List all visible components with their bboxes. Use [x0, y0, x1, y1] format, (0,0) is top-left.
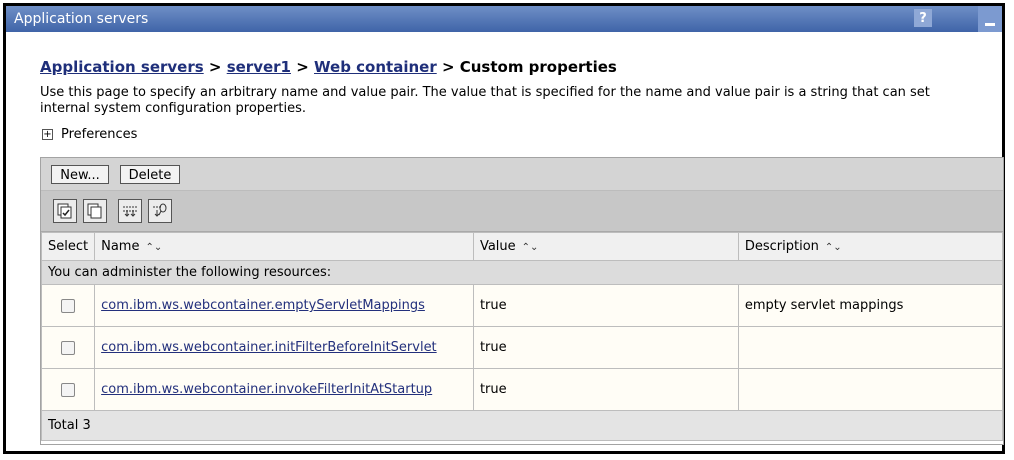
description-cell: empty servlet mappings — [737, 284, 1004, 327]
row-checkbox[interactable] — [61, 298, 76, 313]
breadcrumb-web-container[interactable]: Web container — [314, 58, 437, 76]
column-header-select: Select — [40, 232, 96, 261]
property-name-link[interactable]: com.ibm.ws.webcontainer.initFilterBefore… — [101, 340, 437, 355]
show-filter-icon[interactable] — [118, 199, 142, 223]
page-description: Use this page to specify an arbitrary na… — [40, 85, 930, 116]
table-row: com.ibm.ws.webcontainer.initFilterBefore… — [40, 326, 1004, 369]
preferences-label: Preferences — [61, 127, 138, 142]
description-cell — [737, 368, 1004, 411]
description-cell — [737, 326, 1004, 369]
breadcrumb-application-servers[interactable]: Application servers — [40, 58, 204, 76]
delete-button[interactable]: Delete — [120, 165, 180, 184]
column-header-name[interactable]: Name ⌃⌄ — [94, 232, 474, 261]
table-total-row: Total 3 — [41, 410, 1003, 441]
select-cell — [40, 368, 96, 411]
table-row: com.ibm.ws.webcontainer.emptyServletMapp… — [40, 284, 1004, 327]
table-header-row: Select Name ⌃⌄ Value ⌃⌄ Description ⌃⌄ — [40, 232, 1004, 261]
breadcrumb-separator: > — [203, 58, 227, 76]
clear-filter-icon[interactable] — [148, 199, 172, 223]
select-cell — [40, 326, 96, 369]
breadcrumb: Application servers > server1 > Web cont… — [40, 58, 1000, 76]
property-name-link[interactable]: com.ibm.ws.webcontainer.invokeFilterInit… — [101, 382, 432, 397]
column-header-description[interactable]: Description ⌃⌄ — [737, 232, 1004, 261]
value-cell: true — [472, 368, 739, 411]
name-cell: com.ibm.ws.webcontainer.initFilterBefore… — [94, 326, 474, 369]
name-cell: com.ibm.ws.webcontainer.invokeFilterInit… — [94, 368, 474, 411]
column-value-label: Value — [479, 239, 516, 254]
sort-icon[interactable]: ⌃⌄ — [145, 242, 162, 253]
window-title: Application servers — [14, 11, 149, 27]
new-button[interactable]: New... — [51, 165, 109, 184]
row-checkbox[interactable] — [61, 382, 76, 397]
title-bar: Application servers ? — [6, 6, 1002, 32]
table-note-row: You can administer the following resourc… — [41, 260, 1003, 285]
total-count: Total 3 — [41, 410, 1003, 441]
select-all-icon[interactable] — [53, 199, 77, 223]
help-icon[interactable]: ? — [914, 9, 932, 27]
application-servers-window: Application servers ? Application server… — [3, 3, 1005, 454]
column-name-label: Name — [101, 239, 140, 254]
breadcrumb-server1[interactable]: server1 — [227, 58, 291, 76]
collection-panel: New... Delete Select Name ⌃⌄ Value ⌃⌄ De… — [40, 157, 1004, 445]
breadcrumb-separator: > — [436, 58, 460, 76]
preferences-toggle[interactable]: + Preferences — [40, 127, 1000, 142]
expand-plus-icon[interactable]: + — [42, 129, 53, 140]
table-row: com.ibm.ws.webcontainer.invokeFilterInit… — [40, 368, 1004, 411]
custom-properties-table: Select Name ⌃⌄ Value ⌃⌄ Description ⌃⌄ You … — [40, 232, 1004, 441]
administer-note: You can administer the following resourc… — [41, 260, 1003, 285]
deselect-all-icon[interactable] — [83, 199, 107, 223]
value-cell: true — [472, 326, 739, 369]
column-header-value[interactable]: Value ⌃⌄ — [472, 232, 739, 261]
sort-icon[interactable]: ⌃⌄ — [522, 242, 539, 253]
button-bar: New... Delete — [41, 158, 1003, 191]
icon-toolbar — [41, 191, 1003, 232]
minimize-icon[interactable] — [978, 6, 1002, 32]
property-name-link[interactable]: com.ibm.ws.webcontainer.emptyServletMapp… — [101, 298, 425, 313]
name-cell: com.ibm.ws.webcontainer.emptyServletMapp… — [94, 284, 474, 327]
value-cell: true — [472, 284, 739, 327]
select-cell — [40, 284, 96, 327]
row-checkbox[interactable] — [61, 340, 76, 355]
breadcrumb-separator: > — [291, 58, 315, 76]
sort-icon[interactable]: ⌃⌄ — [825, 242, 842, 253]
breadcrumb-current: Custom properties — [459, 58, 617, 76]
column-description-label: Description — [744, 239, 819, 254]
